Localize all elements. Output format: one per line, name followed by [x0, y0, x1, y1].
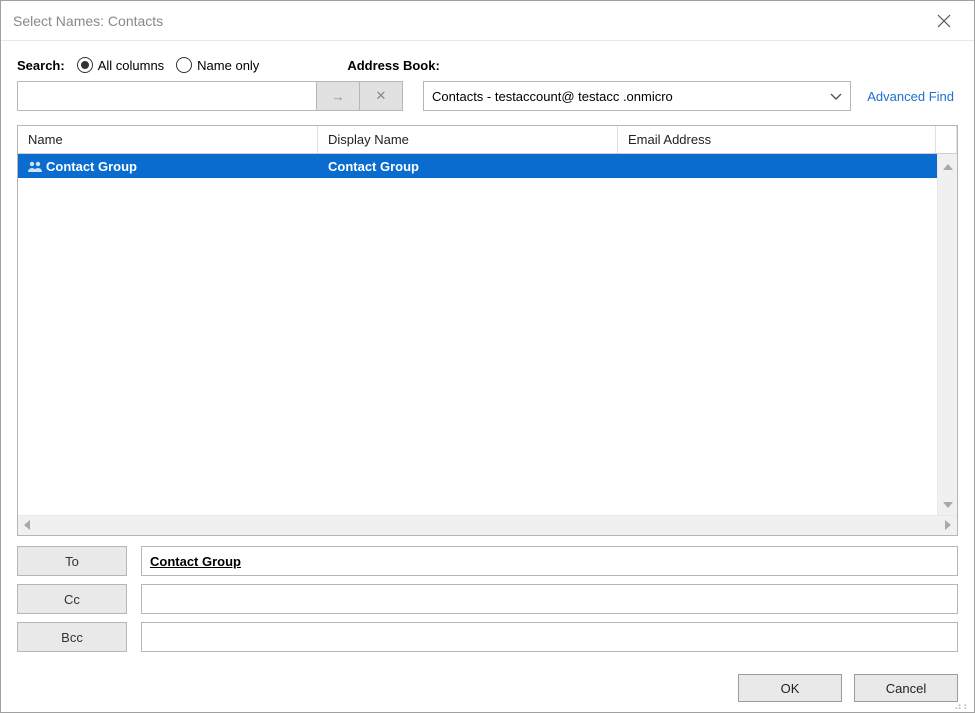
to-field[interactable]: Contact Group	[141, 546, 958, 576]
close-icon	[937, 14, 951, 28]
column-email-address[interactable]: Email Address	[618, 126, 936, 153]
grid-body: Contact Group Contact Group	[18, 154, 957, 515]
address-book-label: Address Book:	[347, 58, 439, 73]
radio-all-columns[interactable]: All columns	[77, 57, 164, 73]
scroll-left-icon[interactable]	[18, 518, 36, 533]
titlebar: Select Names: Contacts	[1, 1, 974, 41]
filter-row: Search: All columns Name only Address Bo…	[17, 57, 958, 73]
ok-button[interactable]: OK	[738, 674, 842, 702]
to-value: Contact Group	[150, 554, 241, 569]
cancel-button[interactable]: Cancel	[854, 674, 958, 702]
scroll-up-icon[interactable]	[943, 154, 953, 177]
cc-row: Cc	[17, 584, 958, 614]
go-button[interactable]: →	[316, 81, 360, 111]
dialog-footer: OK Cancel ⠴⠆	[1, 662, 974, 712]
column-display-name[interactable]: Display Name	[318, 126, 618, 153]
scroll-down-icon[interactable]	[943, 492, 953, 515]
grid-rows: Contact Group Contact Group	[18, 154, 937, 515]
input-row: → ✕ Contacts - testaccount@ testacc .onm…	[17, 81, 958, 111]
radio-name-only-label: Name only	[197, 58, 259, 73]
cc-field[interactable]	[141, 584, 958, 614]
radio-name-only[interactable]: Name only	[176, 57, 259, 73]
to-button[interactable]: To	[17, 546, 127, 576]
recipient-area: To Contact Group Cc Bcc	[17, 546, 958, 652]
grid-header: Name Display Name Email Address	[18, 126, 957, 154]
contacts-grid: Name Display Name Email Address Contact …	[17, 125, 958, 536]
address-book-selected: Contacts - testaccount@ testacc .onmicro	[432, 89, 673, 104]
contact-group-icon	[28, 160, 42, 172]
arrow-right-icon: →	[332, 89, 345, 104]
search-label: Search:	[17, 58, 65, 73]
column-spacer	[936, 126, 957, 153]
select-names-dialog: Select Names: Contacts Search: All colum…	[0, 0, 975, 713]
horizontal-scrollbar[interactable]	[18, 515, 957, 535]
advanced-find-link[interactable]: Advanced Find	[867, 89, 958, 104]
bcc-button[interactable]: Bcc	[17, 622, 127, 652]
address-book-select[interactable]: Contacts - testaccount@ testacc .onmicro	[423, 81, 851, 111]
scroll-right-icon[interactable]	[939, 518, 957, 533]
dialog-content: Search: All columns Name only Address Bo…	[1, 41, 974, 662]
resize-grip-icon: ⠴⠆	[954, 704, 972, 710]
to-row: To Contact Group	[17, 546, 958, 576]
column-name[interactable]: Name	[18, 126, 318, 153]
vertical-scrollbar[interactable]	[937, 154, 957, 515]
radio-dot-icon	[176, 57, 192, 73]
window-title: Select Names: Contacts	[13, 13, 926, 29]
x-icon: ✕	[376, 88, 387, 104]
close-button[interactable]	[926, 1, 962, 40]
cell-name: Contact Group	[46, 159, 137, 174]
cc-button[interactable]: Cc	[17, 584, 127, 614]
radio-dot-icon	[77, 57, 93, 73]
bcc-field[interactable]	[141, 622, 958, 652]
clear-search-button[interactable]: ✕	[359, 81, 403, 111]
bcc-row: Bcc	[17, 622, 958, 652]
cell-display-name: Contact Group	[328, 159, 419, 174]
search-input[interactable]	[17, 81, 317, 111]
table-row[interactable]: Contact Group Contact Group	[18, 154, 937, 178]
radio-all-columns-label: All columns	[98, 58, 164, 73]
chevron-down-icon	[830, 89, 842, 104]
